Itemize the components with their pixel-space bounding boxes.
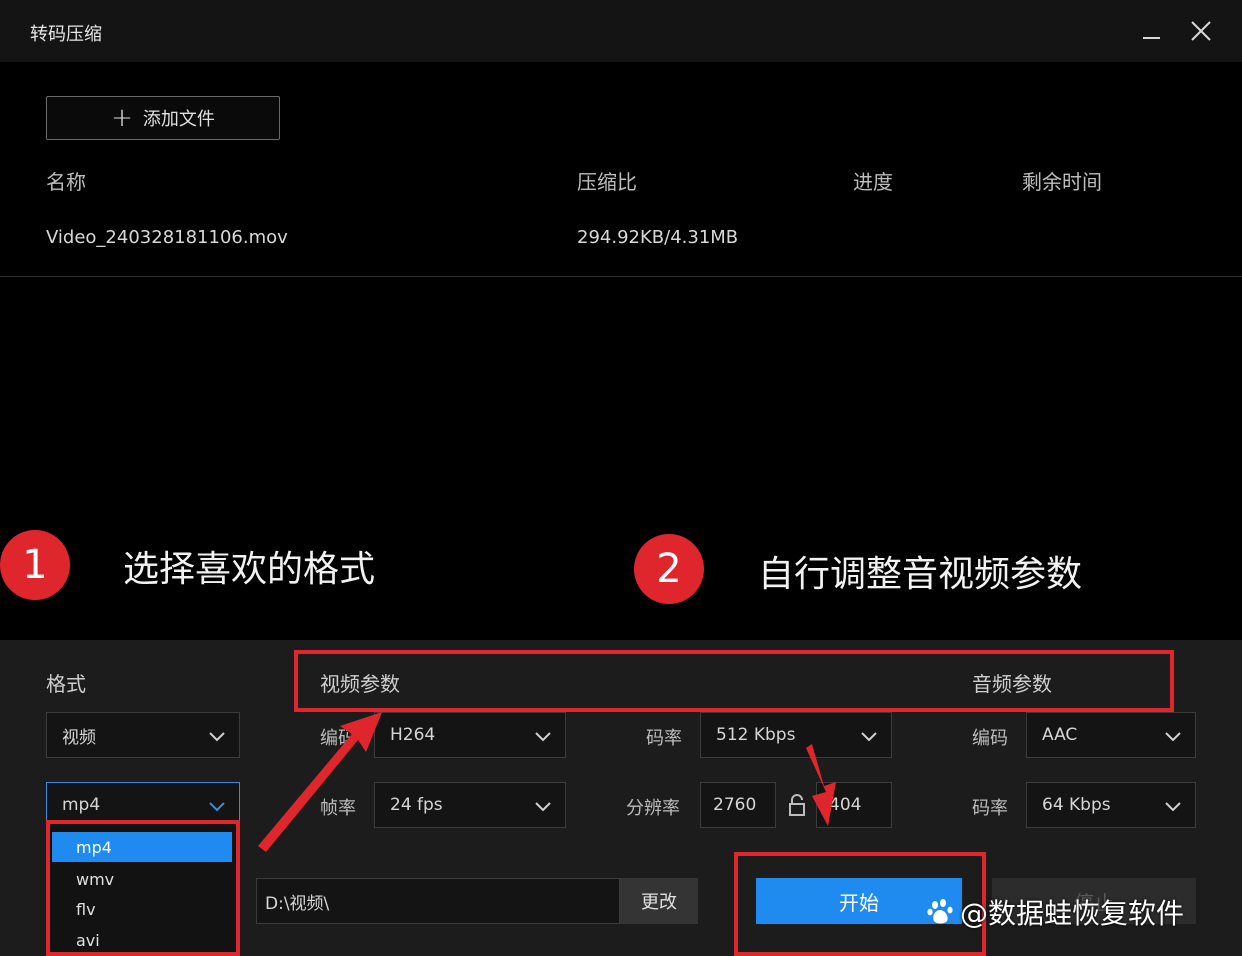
format-type-value: 视频 [62, 727, 96, 748]
step-2-badge: 2 [634, 534, 704, 604]
video-fps-label: 帧率 [320, 798, 356, 819]
resolution-label: 分辨率 [626, 798, 680, 819]
title-bar: 转码压缩 [0, 0, 1242, 62]
audio-bitrate-label: 码率 [972, 798, 1008, 819]
dropdown-option-mp4[interactable]: mp4 [52, 832, 232, 862]
video-fps-select[interactable]: 24 fps [374, 782, 566, 828]
video-bitrate-value: 512 Kbps [716, 725, 796, 745]
column-header-name: 名称 [46, 170, 86, 194]
video-codec-label: 编码 [320, 728, 356, 749]
dropdown-option-flv[interactable]: flv [52, 894, 232, 924]
lock-icon[interactable] [786, 792, 808, 818]
dropdown-option-wmv[interactable]: wmv [52, 864, 232, 894]
window-title: 转码压缩 [30, 24, 102, 45]
format-container-select[interactable]: mp4 [46, 782, 240, 828]
watermark: @数据蛙恢复软件 [926, 892, 1184, 932]
dropdown-option-avi[interactable]: avi [52, 925, 232, 955]
chevron-down-icon [535, 732, 551, 742]
audio-bitrate-select[interactable]: 64 Kbps [1026, 782, 1196, 828]
video-bitrate-label: 码率 [646, 728, 682, 749]
minimize-icon[interactable] [1134, 14, 1168, 48]
format-dropdown-list: mp4 wmv flv avi [48, 826, 236, 956]
output-path-input[interactable]: D:\视频\ [256, 878, 620, 924]
column-header-ratio: 压缩比 [577, 170, 637, 194]
video-fps-value: 24 fps [390, 795, 443, 815]
resolution-width-input[interactable]: 2760 [700, 782, 776, 828]
output-path-value: D:\视频\ [265, 893, 330, 914]
add-file-label: 添加文件 [142, 109, 215, 130]
video-bitrate-select[interactable]: 512 Kbps [700, 712, 892, 758]
chevron-down-icon [209, 732, 225, 742]
format-section-label: 格式 [46, 672, 86, 696]
watermark-text: @数据蛙恢复软件 [960, 897, 1185, 930]
audio-codec-select[interactable]: AAC [1026, 712, 1196, 758]
close-icon[interactable] [1184, 14, 1218, 48]
resolution-width-value: 2760 [713, 795, 757, 815]
baidu-paw-icon [927, 899, 953, 924]
video-params-label: 视频参数 [320, 672, 400, 696]
audio-codec-value: AAC [1042, 725, 1078, 745]
chevron-down-icon [1165, 802, 1181, 812]
step-2-text: 自行调整音视频参数 [758, 554, 1083, 595]
column-header-remaining: 剩余时间 [1022, 170, 1102, 194]
change-path-button[interactable]: 更改 [620, 878, 698, 924]
add-file-button[interactable]: + 添加文件 [46, 96, 280, 140]
step-1-text: 选择喜欢的格式 [123, 549, 376, 590]
format-type-select[interactable]: 视频 [46, 712, 240, 758]
row-divider [0, 276, 1242, 277]
chevron-down-icon [861, 732, 877, 742]
resolution-height-value: 404 [829, 795, 862, 815]
chevron-down-icon [535, 802, 551, 812]
file-ratio-cell: 294.92KB/4.31MB [577, 227, 739, 248]
plus-icon: + [111, 103, 133, 133]
audio-bitrate-value: 64 Kbps [1042, 795, 1111, 815]
video-codec-value: H264 [390, 725, 436, 745]
step-1-badge: 1 [0, 530, 70, 600]
audio-params-label: 音频参数 [972, 672, 1052, 696]
video-codec-select[interactable]: H264 [374, 712, 566, 758]
file-name-cell: Video_240328181106.mov [46, 227, 288, 248]
format-container-value: mp4 [62, 795, 101, 815]
resolution-height-input[interactable]: 404 [816, 782, 892, 828]
audio-codec-label: 编码 [972, 728, 1008, 749]
chevron-down-icon [1165, 732, 1181, 742]
column-header-progress: 进度 [853, 170, 893, 194]
chevron-down-icon [209, 802, 225, 812]
